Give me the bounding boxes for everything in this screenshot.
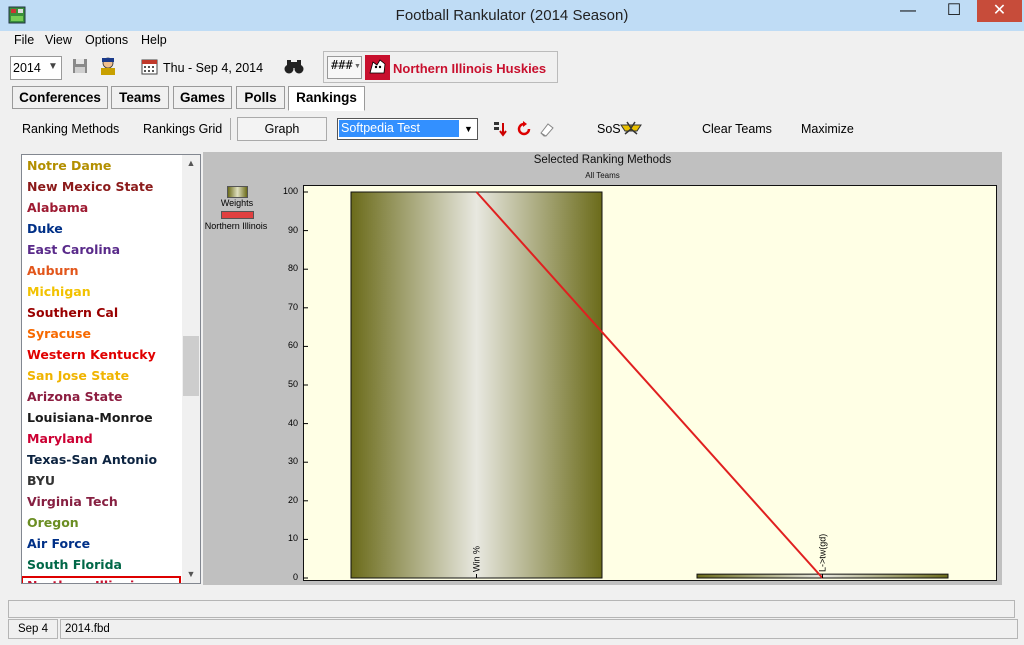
ranking-method-value: Softpedia Test [339, 120, 459, 137]
bar-weights [350, 191, 603, 579]
team-list-item[interactable]: Alabama [27, 200, 88, 215]
menu-help[interactable]: Help [141, 33, 167, 47]
team-list-item[interactable]: Air Force [27, 536, 90, 551]
clear-teams-button[interactable]: Clear Teams [702, 122, 772, 136]
save-icon[interactable] [72, 58, 88, 74]
team-list-item[interactable]: Virginia Tech [27, 494, 118, 509]
maximize-button[interactable]: ☐ [931, 0, 977, 22]
maximize-chart-button[interactable]: Maximize [801, 122, 854, 136]
y-tick-label: 100 [282, 186, 298, 196]
y-tick-label: 70 [287, 301, 298, 312]
y-tick-label: 60 [287, 340, 298, 351]
status-file: 2014.fbd [60, 619, 1018, 639]
season-value: 2014 [13, 61, 41, 75]
tab-conferences[interactable]: Conferences [12, 86, 108, 109]
team-list-item[interactable]: Notre Dame [27, 158, 111, 173]
y-tick-label: 50 [287, 379, 298, 389]
team-list-item[interactable]: Maryland [27, 431, 93, 446]
menu-view[interactable]: View [45, 33, 72, 47]
coach-icon[interactable] [98, 56, 118, 76]
chart-subtitle: All Teams [585, 171, 620, 180]
window-title: Football Rankulator (2014 Season) [395, 7, 629, 24]
minimize-button[interactable]: — [885, 0, 931, 22]
y-tick-label: 90 [287, 224, 298, 235]
toolbar-divider [230, 118, 231, 140]
y-tick-label: 0 [292, 572, 298, 582]
team-logo [365, 55, 390, 80]
x-tick-label: L->tw(gd) [818, 534, 828, 572]
team-list-item[interactable]: Auburn [27, 263, 78, 278]
team-list-item[interactable]: Arizona State [27, 389, 123, 404]
team-list-item[interactable]: Louisiana-Monroe [27, 410, 153, 425]
team-list-item[interactable]: BYU [27, 473, 55, 488]
team-selector-value: ### [331, 58, 353, 72]
team-list-item[interactable]: Michigan [27, 284, 91, 299]
tab-teams[interactable]: Teams [111, 86, 169, 109]
legend-team-swatch [221, 211, 254, 219]
scroll-thumb[interactable] [183, 336, 199, 396]
team-list-item[interactable]: San Jose State [27, 368, 129, 383]
calendar-icon[interactable] [141, 58, 158, 75]
chevron-down-icon[interactable]: ▼ [354, 63, 361, 70]
team-list-item[interactable]: Southern Cal [27, 305, 118, 320]
legend-weights-swatch [227, 186, 248, 198]
close-button[interactable]: ✕ [977, 0, 1022, 22]
sos-button[interactable]: SoS [597, 122, 621, 136]
scroll-up-icon[interactable]: ▲ [182, 155, 200, 172]
team-list-item[interactable]: New Mexico State [27, 179, 153, 194]
scroll-down-icon[interactable]: ▼ [182, 566, 200, 583]
sort-icon[interactable] [493, 120, 511, 141]
eraser-icon[interactable] [538, 120, 556, 141]
y-tick-label: 20 [287, 494, 298, 505]
team-list-item[interactable]: Oregon [27, 515, 79, 530]
selected-team-name: Northern Illinois Huskies [393, 61, 547, 76]
sos-icon[interactable] [619, 119, 643, 140]
rankings-grid-button[interactable]: Rankings Grid [143, 122, 222, 136]
chart-title: Selected Ranking Methods [533, 154, 672, 166]
legend-weights-label: Weights [220, 198, 254, 208]
legend-team-label: Northern Illinois [204, 221, 268, 231]
team-list-item[interactable]: East Carolina [27, 242, 120, 257]
chevron-down-icon[interactable]: ▼ [48, 61, 58, 72]
chevron-down-icon[interactable]: ▼ [461, 120, 476, 138]
team-list-item[interactable]: South Florida [27, 557, 122, 572]
chart-plot: Win % L->tw(gd) [303, 191, 949, 579]
status-date: Sep 4 [8, 619, 58, 639]
team-list[interactable]: Notre Dame New Mexico State Alabama Duke Eas… [21, 154, 201, 584]
team-list-item[interactable]: Duke [27, 221, 63, 236]
menu-file[interactable]: File [14, 33, 34, 47]
ranking-methods-button[interactable]: Ranking Methods [22, 122, 119, 136]
y-tick-label: 80 [287, 263, 298, 274]
y-tick-label: 10 [287, 533, 298, 544]
team-list-item[interactable]: Syracuse [27, 326, 91, 341]
team-list-item[interactable]: Texas-San Antonio [27, 452, 157, 467]
x-tick-label: Win % [472, 546, 482, 572]
tab-rankings[interactable]: Rankings [288, 86, 365, 111]
refresh-icon[interactable] [515, 120, 533, 141]
current-date[interactable]: Thu - Sep 4, 2014 [163, 61, 263, 75]
graph-button[interactable]: Graph [237, 117, 327, 141]
y-tick-label: 30 [287, 456, 298, 467]
status-bar [8, 600, 1015, 618]
binoculars-icon[interactable] [284, 59, 304, 75]
tab-polls[interactable]: Polls [236, 86, 285, 109]
tab-games[interactable]: Games [173, 86, 232, 109]
team-list-item[interactable]: Northern Illinois [22, 576, 181, 583]
team-list-item[interactable]: Western Kentucky [27, 347, 156, 362]
y-tick-label: 40 [287, 417, 298, 428]
menu-options[interactable]: Options [85, 33, 128, 47]
